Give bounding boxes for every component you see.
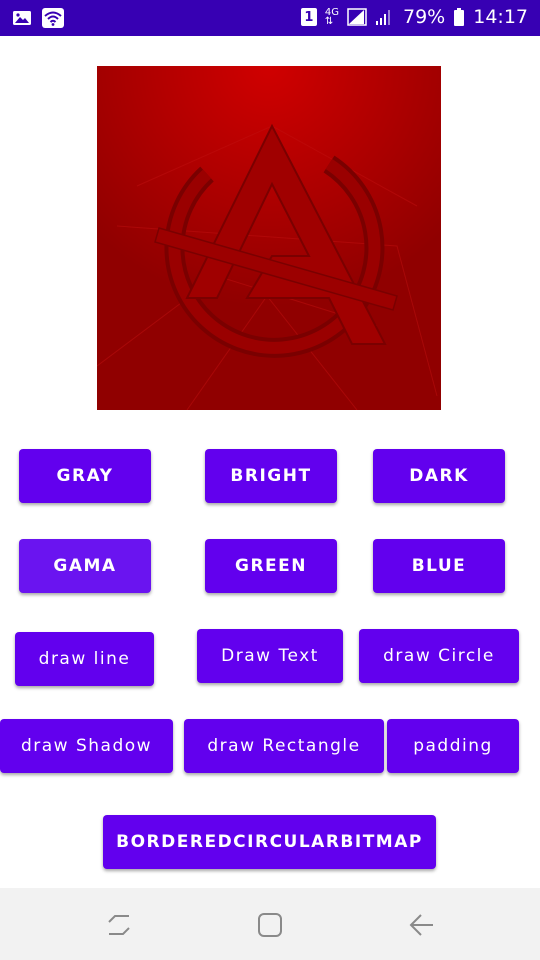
- gama-button[interactable]: GAMA: [19, 539, 151, 593]
- battery-icon: [453, 7, 465, 27]
- recents-icon[interactable]: [99, 908, 139, 942]
- blue-button[interactable]: BLUE: [373, 539, 505, 593]
- signal-icon: [347, 7, 367, 27]
- sim-slot-badge: 1: [300, 8, 317, 26]
- battery-percent: 79%: [403, 6, 446, 28]
- home-icon[interactable]: [250, 908, 290, 942]
- draw-text-button[interactable]: Draw Text: [197, 629, 343, 683]
- draw-shadow-button[interactable]: draw Shadow: [0, 719, 173, 773]
- draw-rectangle-button[interactable]: draw Rectangle: [184, 719, 384, 773]
- wifi-icon: [42, 8, 64, 28]
- avengers-logo-icon: [97, 66, 441, 410]
- dark-button[interactable]: DARK: [373, 449, 505, 503]
- bordered-circular-bitmap-button[interactable]: BORDEREDCIRCULARBITMAP: [103, 815, 436, 869]
- green-button[interactable]: GREEN: [205, 539, 337, 593]
- image-preview: [97, 66, 441, 410]
- padding-button[interactable]: padding: [387, 719, 519, 773]
- draw-circle-button[interactable]: draw Circle: [359, 629, 519, 683]
- navigation-bar: [0, 888, 540, 960]
- back-icon[interactable]: [401, 908, 441, 942]
- clock: 14:17: [473, 6, 528, 28]
- signal-bars-icon: [375, 7, 395, 27]
- status-bar: 1 4G ⇅ 79% 14:17: [0, 0, 540, 36]
- gray-button[interactable]: GRAY: [19, 449, 151, 503]
- gallery-icon: [12, 8, 32, 28]
- network-type: 4G ⇅: [324, 7, 339, 27]
- draw-line-button[interactable]: draw line: [15, 632, 154, 686]
- bright-button[interactable]: BRIGHT: [205, 449, 337, 503]
